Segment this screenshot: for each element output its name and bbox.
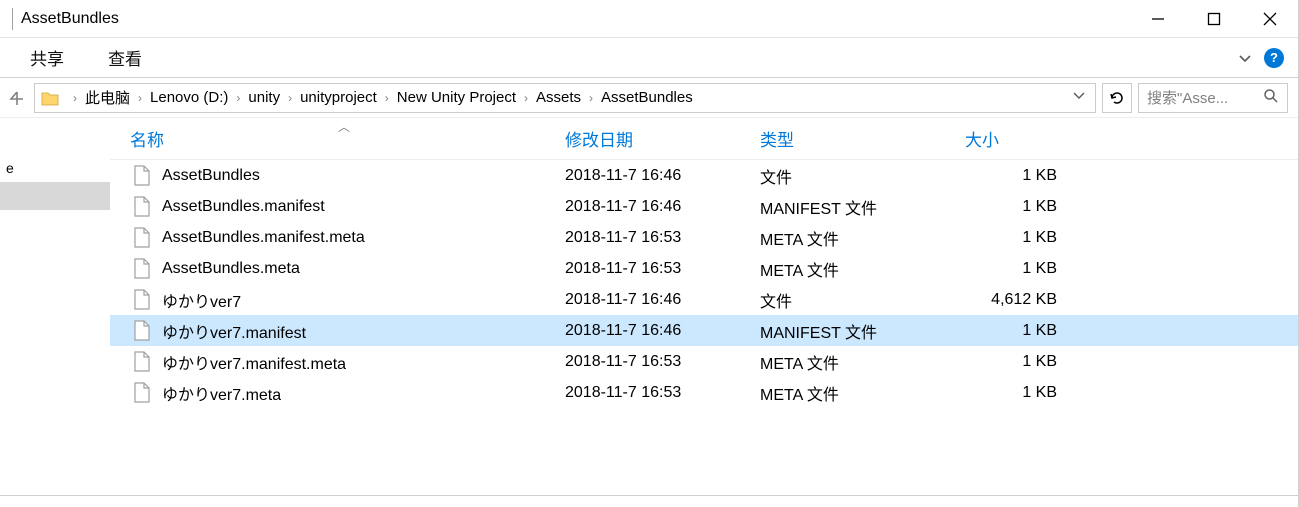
close-button[interactable]: [1242, 0, 1298, 37]
content-area: e ︿ 名称 修改日期 类型 大小 AssetBundles 2018-11-7 …: [0, 118, 1298, 495]
search-icon: [1263, 88, 1279, 108]
window-controls: [1130, 0, 1298, 37]
file-type: 文件: [760, 164, 965, 188]
file-date: 2018-11-7 16:46: [565, 198, 760, 216]
column-header: ︿ 名称 修改日期 类型 大小: [110, 118, 1298, 160]
breadcrumb-drive[interactable]: Lenovo (D:): [150, 89, 228, 106]
file-name: AssetBundles.meta: [162, 260, 300, 278]
file-name: ゆかりver7: [162, 288, 241, 312]
file-type: META 文件: [760, 257, 965, 281]
file-list-area: ︿ 名称 修改日期 类型 大小 AssetBundles 2018-11-7 16…: [110, 118, 1298, 495]
folder-icon: [41, 89, 59, 107]
file-icon: [132, 289, 152, 311]
breadcrumb-unity[interactable]: unity: [248, 89, 280, 106]
file-name: AssetBundles.manifest: [162, 198, 325, 216]
file-type: MANIFEST 文件: [760, 319, 965, 343]
chevron-right-icon[interactable]: ›: [516, 91, 536, 105]
ribbon-tabs: 共享 查看 ?: [0, 38, 1298, 78]
breadcrumb-assetbundles[interactable]: AssetBundles: [601, 89, 693, 106]
file-icon: [132, 320, 152, 342]
file-row[interactable]: AssetBundles.manifest 2018-11-7 16:46MANI…: [110, 191, 1298, 222]
file-row[interactable]: AssetBundles.meta 2018-11-7 16:53META 文件1…: [110, 253, 1298, 284]
chevron-right-icon[interactable]: ›: [377, 91, 397, 105]
file-icon: [132, 196, 152, 218]
titlebar-separator: [12, 8, 13, 30]
file-list[interactable]: AssetBundles2018-11-7 16:46文件1 KBAssetBu…: [110, 160, 1298, 495]
file-size: 1 KB: [965, 260, 1085, 278]
file-name: ゆかりver7.manifest.meta: [162, 350, 346, 374]
file-date: 2018-11-7 16:53: [565, 353, 760, 371]
file-size: 1 KB: [965, 322, 1085, 340]
breadcrumb-new-unity-project[interactable]: New Unity Project: [397, 89, 516, 106]
chevron-right-icon[interactable]: ›: [228, 91, 248, 105]
sort-indicator-icon: ︿: [338, 118, 350, 135]
breadcrumb-this-pc[interactable]: 此电脑: [85, 87, 130, 108]
chevron-right-icon[interactable]: ›: [581, 91, 601, 105]
file-size: 4,612 KB: [965, 291, 1085, 309]
file-date: 2018-11-7 16:46: [565, 167, 760, 185]
file-size: 1 KB: [965, 167, 1085, 185]
nav-up-button[interactable]: [6, 83, 28, 113]
maximize-button[interactable]: [1186, 0, 1242, 37]
tab-view[interactable]: 查看: [86, 45, 164, 70]
file-name: AssetBundles: [162, 167, 260, 185]
file-row[interactable]: ゆかりver7 2018-11-7 16:46文件4,612 KB: [110, 284, 1298, 315]
file-row[interactable]: ゆかりver7.manifest.meta 2018-11-7 16:53META…: [110, 346, 1298, 377]
file-size: 1 KB: [965, 229, 1085, 247]
file-row[interactable]: AssetBundles 2018-11-7 16:46文件1 KB: [110, 160, 1298, 191]
chevron-right-icon[interactable]: ›: [130, 91, 150, 105]
chevron-right-icon[interactable]: ›: [280, 91, 300, 105]
file-size: 1 KB: [965, 198, 1085, 216]
search-input[interactable]: 搜索"Asse...: [1138, 83, 1288, 113]
titlebar: AssetBundles: [0, 0, 1298, 38]
column-header-date[interactable]: 修改日期: [565, 126, 760, 151]
breadcrumb-unityproject[interactable]: unityproject: [300, 89, 377, 106]
file-row[interactable]: ゆかりver7.meta 2018-11-7 16:53META 文件1 KB: [110, 377, 1298, 408]
navigation-pane[interactable]: e: [0, 118, 110, 495]
file-icon: [132, 258, 152, 280]
tab-share[interactable]: 共享: [8, 45, 86, 70]
breadcrumb-assets[interactable]: Assets: [536, 89, 581, 106]
file-icon: [132, 351, 152, 373]
file-name: ゆかりver7.manifest: [162, 319, 306, 343]
file-row[interactable]: AssetBundles.manifest.meta 2018-11-7 16:5…: [110, 222, 1298, 253]
file-type: MANIFEST 文件: [760, 195, 965, 219]
search-placeholder: 搜索"Asse...: [1147, 87, 1255, 108]
help-button[interactable]: ?: [1264, 48, 1284, 68]
address-dropdown-icon[interactable]: [1073, 89, 1085, 106]
address-row: › 此电脑 › Lenovo (D:) › unity › unityproje…: [0, 78, 1298, 118]
status-bar: [0, 495, 1298, 507]
file-type: META 文件: [760, 350, 965, 374]
file-name: ゆかりver7.meta: [162, 381, 281, 405]
file-type: 文件: [760, 288, 965, 312]
file-icon: [132, 227, 152, 249]
file-row[interactable]: ゆかりver7.manifest 2018-11-7 16:46MANIFEST …: [110, 315, 1298, 346]
column-header-size[interactable]: 大小: [965, 126, 1085, 151]
refresh-button[interactable]: [1102, 83, 1132, 113]
file-date: 2018-11-7 16:53: [565, 384, 760, 402]
window-title: AssetBundles: [21, 10, 1130, 28]
file-type: META 文件: [760, 226, 965, 250]
file-size: 1 KB: [965, 353, 1085, 371]
file-date: 2018-11-7 16:46: [565, 291, 760, 309]
file-name: AssetBundles.manifest.meta: [162, 229, 365, 247]
file-type: META 文件: [760, 381, 965, 405]
file-icon: [132, 382, 152, 404]
file-date: 2018-11-7 16:53: [565, 260, 760, 278]
address-bar[interactable]: › 此电脑 › Lenovo (D:) › unity › unityproje…: [34, 83, 1096, 113]
file-size: 1 KB: [965, 384, 1085, 402]
ribbon-expand-icon[interactable]: [1238, 51, 1252, 65]
chevron-right-icon[interactable]: ›: [65, 91, 85, 105]
file-icon: [132, 165, 152, 187]
file-date: 2018-11-7 16:53: [565, 229, 760, 247]
file-date: 2018-11-7 16:46: [565, 322, 760, 340]
nav-item[interactable]: [0, 126, 110, 154]
nav-item[interactable]: [0, 182, 110, 210]
column-header-type[interactable]: 类型: [760, 126, 965, 151]
minimize-button[interactable]: [1130, 0, 1186, 37]
nav-item[interactable]: e: [0, 154, 110, 182]
